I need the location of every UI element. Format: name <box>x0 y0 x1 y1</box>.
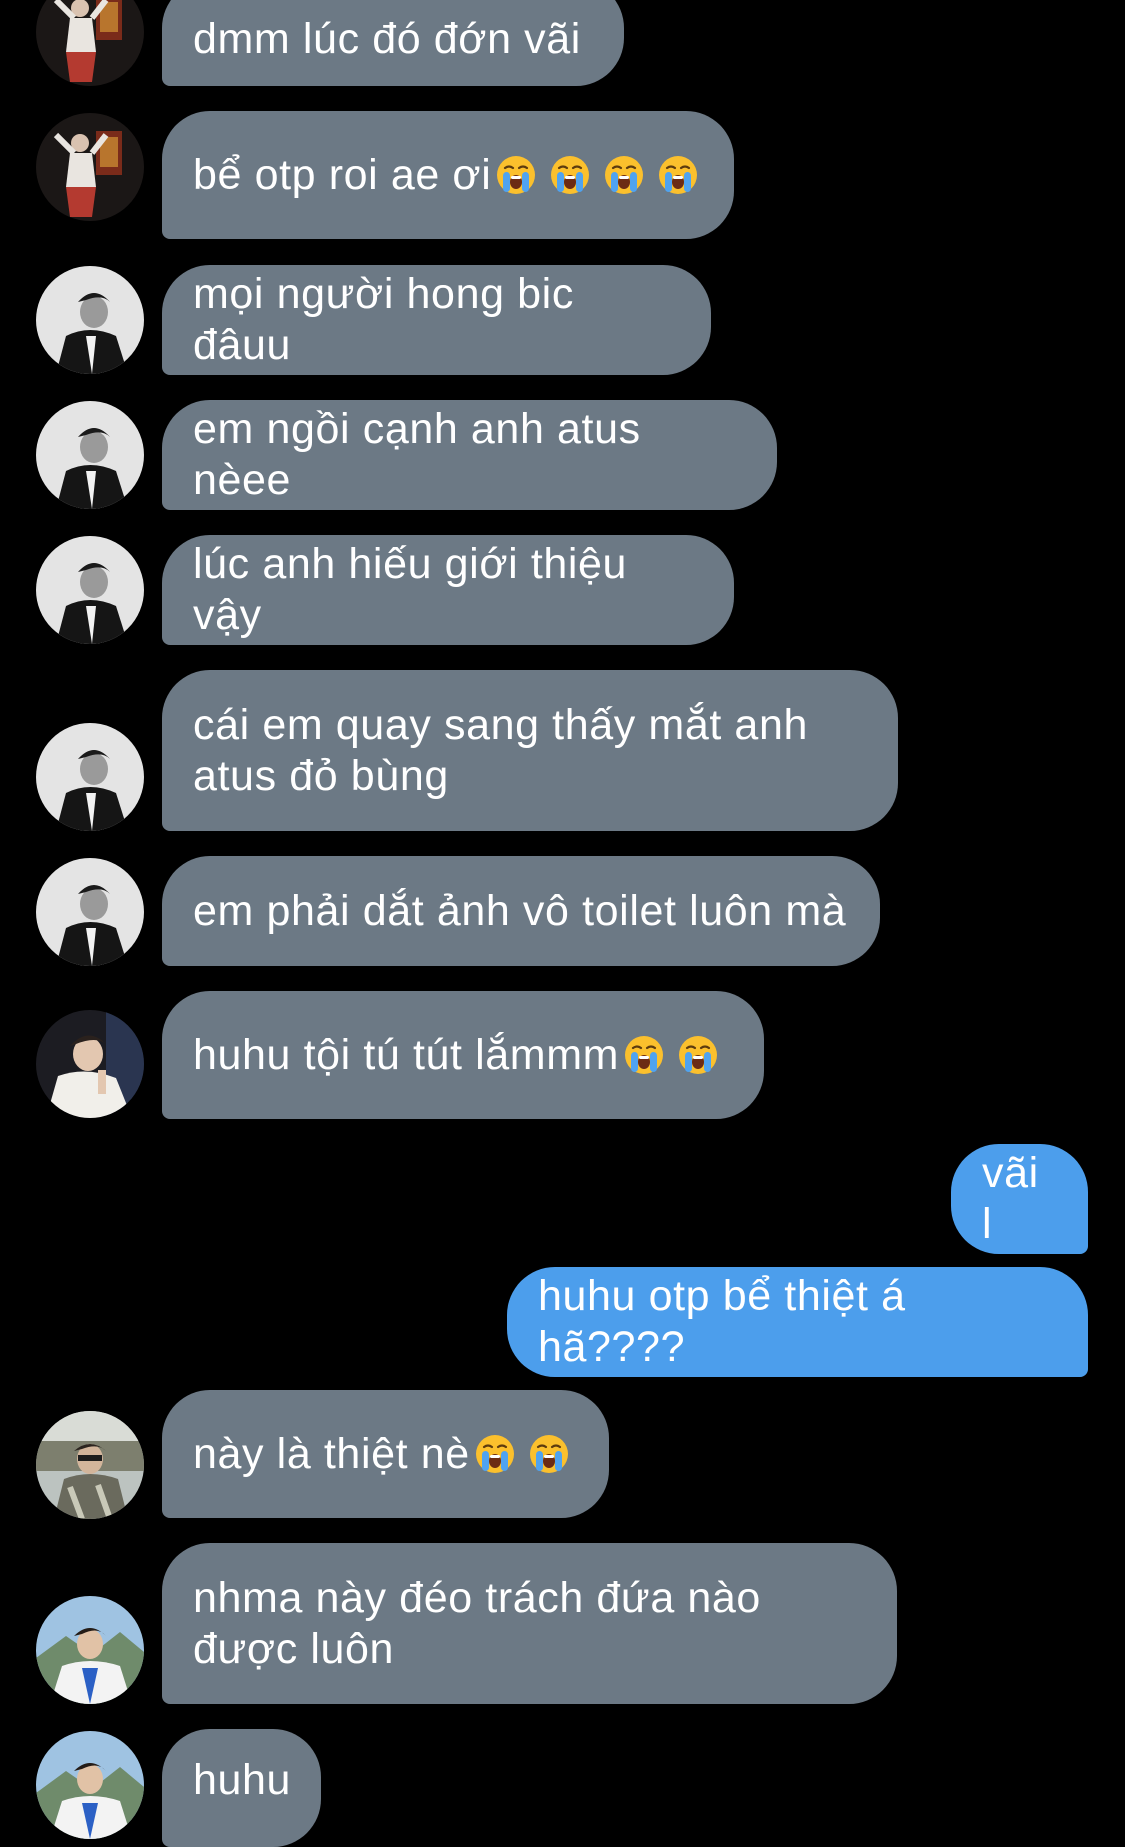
message-text: em ngồi cạnh anh atus nèee <box>193 405 654 504</box>
emoji-row <box>495 154 699 196</box>
avatar-bw-portrait-image <box>36 858 144 966</box>
avatar-stage-performer-image <box>36 113 144 221</box>
avatar-mountain-portrait[interactable] <box>36 1596 144 1704</box>
avatar-outdoor-portrait[interactable] <box>36 1411 144 1519</box>
message-bubble-incoming[interactable]: huhu <box>162 1729 321 1847</box>
message-text: dmm lúc đó đớn vãi <box>193 14 581 63</box>
avatar-stage-performer[interactable] <box>36 0 144 86</box>
message-bubble-incoming[interactable]: huhu tội tú tút lắmmm <box>162 991 764 1119</box>
loudly-crying-face-icon <box>549 154 591 196</box>
loudly-crying-face-icon <box>495 154 537 196</box>
message-text: vãi l <box>982 1149 1052 1248</box>
message-bubble-incoming[interactable]: mọi người hong bic đâuu <box>162 265 711 375</box>
emoji-row <box>474 1433 570 1475</box>
avatar-outdoor-portrait-image <box>36 1411 144 1519</box>
message-text: lúc anh hiếu giới thiệu vậy <box>193 540 640 639</box>
message-bubble-incoming[interactable]: bể otp roi ae ơi <box>162 111 734 239</box>
avatar-bw-portrait[interactable] <box>36 723 144 831</box>
avatar-bw-portrait[interactable] <box>36 536 144 644</box>
emoji-row <box>623 1034 719 1076</box>
loudly-crying-face-icon <box>474 1433 516 1475</box>
avatar-white-shirt-portrait-image <box>36 1010 144 1118</box>
loudly-crying-face-icon <box>528 1433 570 1475</box>
message-bubble-outgoing[interactable]: huhu otp bể thiệt á hã???? <box>507 1267 1088 1377</box>
avatar-mountain-portrait-image <box>36 1596 144 1704</box>
avatar-white-shirt-portrait[interactable] <box>36 1010 144 1118</box>
loudly-crying-face-icon <box>603 154 645 196</box>
message-text: huhu tội tú tút lắmmm <box>193 1030 620 1079</box>
message-bubble-incoming[interactable]: cái em quay sang thấy mắt anh atus đỏ bù… <box>162 670 898 831</box>
message-bubble-incoming[interactable]: này là thiệt nè <box>162 1390 609 1518</box>
message-bubble-incoming[interactable]: lúc anh hiếu giới thiệu vậy <box>162 535 734 645</box>
loudly-crying-face-icon <box>677 1034 719 1076</box>
avatar-bw-portrait-image <box>36 536 144 644</box>
message-text: này là thiệt nè <box>193 1429 470 1478</box>
avatar-bw-portrait-image <box>36 723 144 831</box>
message-bubble-incoming[interactable]: dmm lúc đó đớn vãi <box>162 0 624 86</box>
avatar-bw-portrait[interactable] <box>36 401 144 509</box>
avatar-stage-performer[interactable] <box>36 113 144 221</box>
message-bubble-incoming[interactable]: nhma này đéo trách đứa nào được luôn <box>162 1543 897 1704</box>
message-text: huhu <box>193 1756 292 1804</box>
loudly-crying-face-icon <box>623 1034 665 1076</box>
chat-thread[interactable]: dmm lúc đó đớn vãi bể otp roi ae ơi mọi … <box>0 0 1125 1847</box>
message-bubble-incoming[interactable]: em phải dắt ảnh vô toilet luôn mà <box>162 856 880 966</box>
avatar-stage-performer-image <box>36 0 144 86</box>
avatar-bw-portrait-image <box>36 401 144 509</box>
avatar-bw-portrait-image <box>36 266 144 374</box>
message-text: mọi người hong bic đâuu <box>193 270 587 369</box>
message-text: cái em quay sang thấy mắt anh atus đỏ bù… <box>193 700 808 800</box>
avatar-mountain-portrait-image <box>36 1731 144 1839</box>
loudly-crying-face-icon <box>657 154 699 196</box>
message-text: nhma này đéo trách đứa nào được luôn <box>193 1573 761 1673</box>
avatar-bw-portrait[interactable] <box>36 858 144 966</box>
avatar-mountain-portrait[interactable] <box>36 1731 144 1839</box>
avatar-bw-portrait[interactable] <box>36 266 144 374</box>
message-text: huhu otp bể thiệt á hã???? <box>538 1272 919 1371</box>
message-text: bể otp roi ae ơi <box>193 150 492 199</box>
message-text: em phải dắt ảnh vô toilet luôn mà <box>193 886 847 935</box>
message-bubble-incoming[interactable]: em ngồi cạnh anh atus nèee <box>162 400 777 510</box>
message-bubble-outgoing[interactable]: vãi l <box>951 1144 1088 1254</box>
